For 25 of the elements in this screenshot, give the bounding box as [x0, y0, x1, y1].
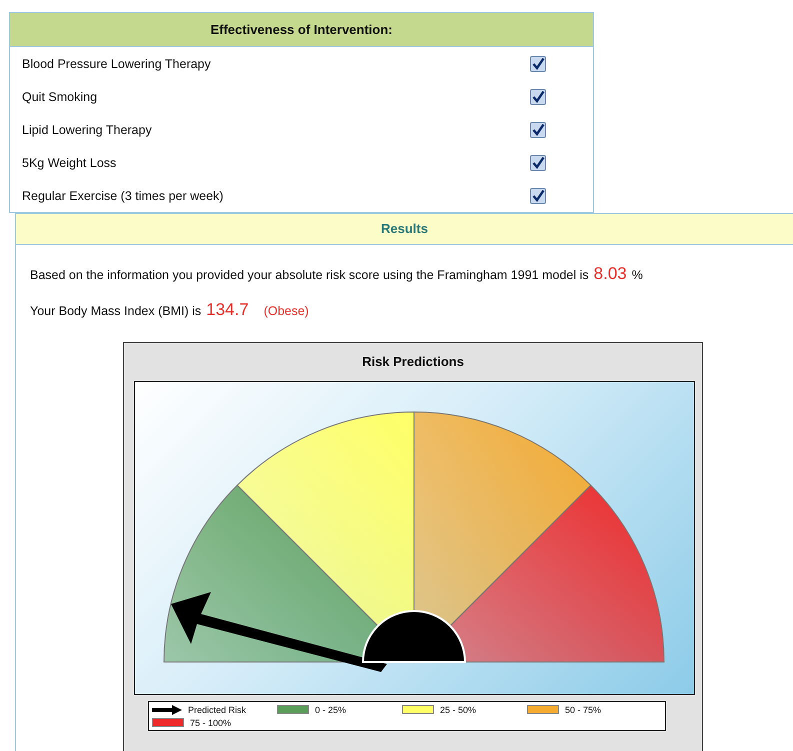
checkbox[interactable] — [530, 88, 546, 104]
bmi-category: (Obese) — [264, 304, 309, 318]
intervention-label: Blood Pressure Lowering Therapy — [22, 56, 212, 70]
percent-unit: % — [632, 268, 643, 282]
bmi-value: 134.7 — [206, 300, 249, 320]
risk-score: 8.03 — [594, 264, 627, 284]
intervention-label: Regular Exercise (3 times per week) — [22, 188, 224, 202]
intervention-label: Lipid Lowering Therapy — [22, 122, 153, 136]
checkbox[interactable] — [530, 188, 546, 204]
intervention-label: 5Kg Weight Loss — [22, 156, 118, 170]
checkbox[interactable] — [530, 122, 546, 138]
legend-label: 75 - 100% — [190, 718, 232, 728]
table-header: Effectiveness of Intervention: — [10, 13, 593, 47]
results-header: Results — [16, 213, 793, 245]
bmi-text: Your Body Mass Index (BMI) is — [30, 304, 202, 318]
legend-label: Predicted Risk — [188, 704, 246, 714]
checkbox[interactable] — [530, 56, 546, 72]
intervention-label: Quit Smoking — [22, 90, 98, 104]
arrow-icon — [152, 704, 182, 714]
risk-text: Based on the information you provided your absolute risk score using the Framingham 1991 model is — [30, 268, 589, 282]
legend-label: 0 - 25% — [315, 704, 346, 714]
legend-label: 25 - 50% — [440, 704, 476, 714]
chart-title: Risk Predictions — [361, 353, 465, 371]
legend-label: 50 - 75% — [565, 704, 602, 714]
checkbox[interactable] — [530, 154, 546, 170]
